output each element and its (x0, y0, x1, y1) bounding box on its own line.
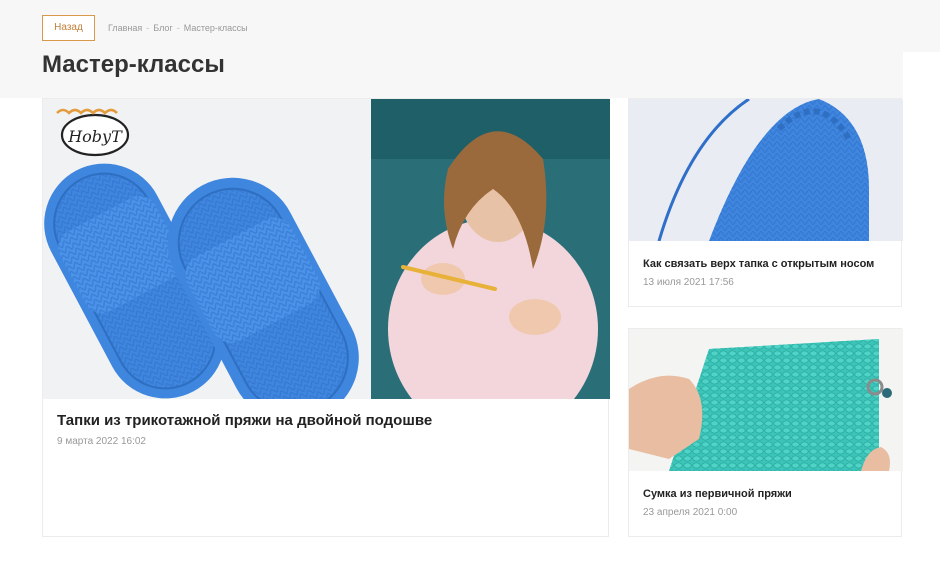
header-band (0, 0, 940, 98)
header-band-notch (903, 52, 940, 98)
article-card[interactable]: Сумка из первичной пряжи 23 апреля 2021 … (628, 328, 903, 537)
article-date: 13 июля 2021 17:56 (643, 277, 734, 288)
breadcrumb: Главная - Блог - Мастер-классы (108, 23, 248, 33)
breadcrumb-separator: - (176, 23, 180, 33)
article-image-bag[interactable] (629, 329, 903, 471)
article-card-featured[interactable]: HobyT Тапки из трикотажной пряжи на двой… (42, 98, 610, 537)
article-title[interactable]: Как связать верх тапка с открытым носом (643, 258, 874, 270)
article-date: 23 апреля 2021 0:00 (643, 507, 738, 518)
article-image-slipper-top[interactable] (629, 99, 903, 241)
page-title: Мастер-классы (42, 51, 225, 78)
breadcrumb-home[interactable]: Главная (108, 23, 142, 33)
logo-text: HobyT (67, 127, 123, 146)
back-button[interactable]: Назад (42, 15, 95, 41)
article-image-slippers[interactable]: HobyT (43, 99, 610, 399)
article-title[interactable]: Тапки из трикотажной пряжи на двойной по… (57, 412, 432, 429)
breadcrumb-current: Мастер-классы (183, 23, 248, 33)
article-date: 9 марта 2022 16:02 (57, 436, 146, 447)
breadcrumb-blog[interactable]: Блог (153, 23, 172, 33)
breadcrumb-separator: - (146, 23, 150, 33)
article-title[interactable]: Сумка из первичной пряжи (643, 488, 792, 500)
article-card[interactable]: Как связать верх тапка с открытым носом … (628, 98, 903, 307)
